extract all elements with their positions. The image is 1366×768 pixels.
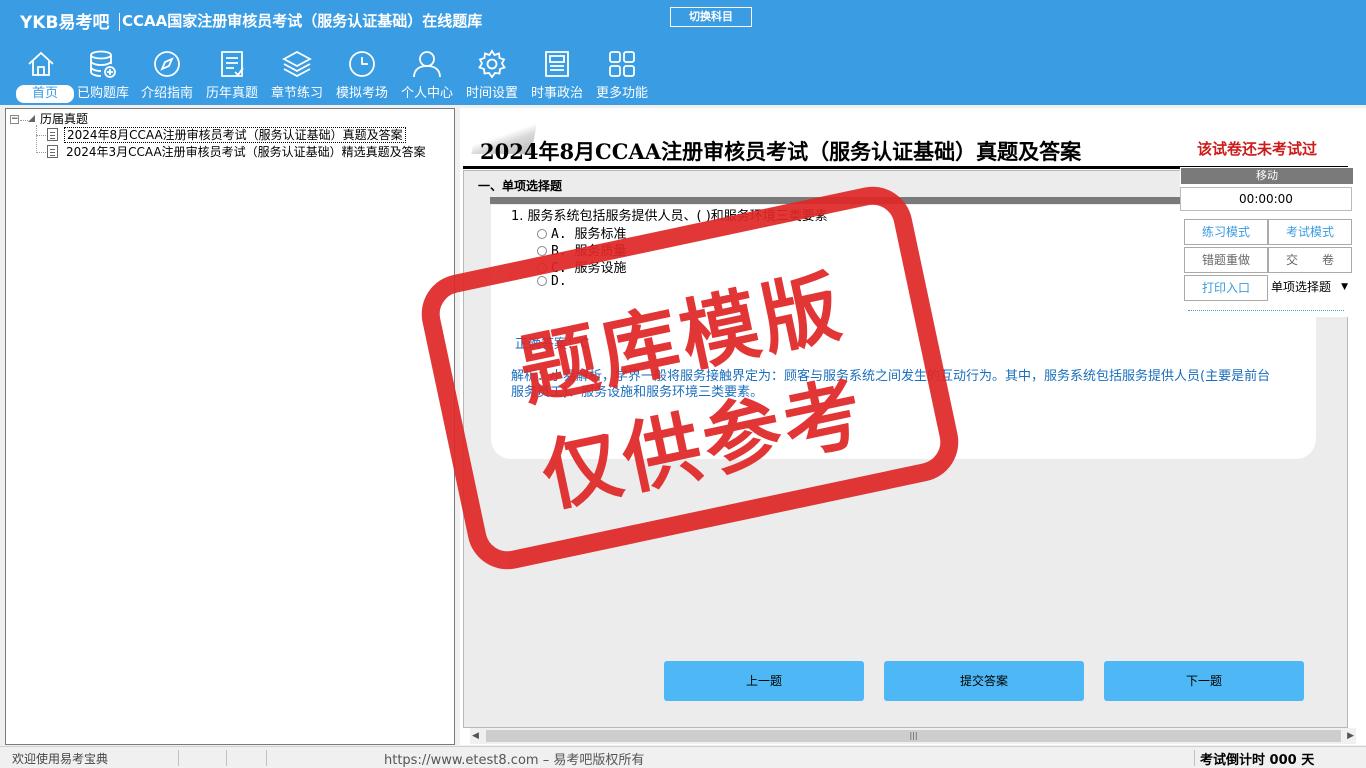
exam-status: 该试卷还未考试过 (1197, 140, 1318, 158)
option-label: D. (551, 274, 567, 289)
nav-label: 时事政治 (530, 86, 583, 101)
radio-button[interactable] (537, 263, 547, 273)
exam-tree-panel: − 历届真题 2024年8月CCAA注册审核员考试（服务认证基础）真题及答案 2… (5, 108, 455, 745)
nav-label: 章节练习 (270, 86, 323, 101)
document-icon (47, 128, 58, 141)
tree-connector (20, 120, 28, 121)
print-button[interactable]: 打印入口 (1184, 275, 1268, 301)
widget-divider (1188, 310, 1344, 311)
exam-title: 2024年8月CCAA注册审核员考试（服务认证基础）真题及答案 (480, 139, 1082, 164)
nav-purchased[interactable]: 已购题库 (70, 48, 136, 104)
tree-connector (36, 125, 37, 153)
status-separator (226, 750, 227, 766)
scroll-left-icon[interactable]: ◀ (472, 731, 479, 741)
exam-mode-button[interactable]: 考试模式 (1268, 219, 1352, 245)
nav-mock-exam[interactable]: 模拟考场 (329, 48, 395, 104)
practice-mode-button[interactable]: 练习模式 (1184, 219, 1268, 245)
nav-current-affairs[interactable]: 时事政治 (524, 48, 590, 104)
move-handle[interactable]: 移动 (1181, 168, 1353, 184)
copyright-text: https://www.etest8.com – 易考吧版权所有 (384, 753, 645, 768)
document-list-icon (221, 51, 244, 77)
tree-item-label: 2024年3月CCAA注册审核员考试（服务认证基础）精选真题及答案 (66, 145, 426, 159)
compass-icon (154, 51, 180, 77)
exam-control-widget: 移动 00:00:00 练习模式 考试模式 错题重做 交 卷 打印入口 单项选择… (1180, 167, 1354, 317)
option-d[interactable]: D. (537, 274, 567, 289)
layers-icon (282, 50, 312, 78)
nav-label: 已购题库 (76, 86, 129, 101)
gear-icon (478, 49, 506, 79)
horizontal-scrollbar[interactable]: ◀ ||| ▶ (470, 728, 1356, 744)
nav-chapter-practice[interactable]: 章节练习 (264, 48, 330, 104)
switch-subject-button[interactable]: 切换科目 (670, 7, 752, 27)
tree-item[interactable]: 2024年8月CCAA注册审核员考试（服务认证基础）真题及答案 (64, 127, 406, 143)
question-type-value: 单项选择题 (1271, 280, 1332, 294)
correct-answer: 正确答案：C (515, 337, 590, 352)
question-text: 1. 服务系统包括服务提供人员、( )和服务环境三类要素 (511, 209, 828, 224)
status-separator (266, 750, 267, 766)
tree-root-label: 历届真题 (40, 112, 89, 126)
app-logo: YKB易考吧 (20, 8, 126, 33)
nav-label: 更多功能 (595, 86, 648, 101)
answer-analysis: 解析：小易解析，学界一般将服务接触界定为：顾客与服务系统之间发生的互动行为。其中… (511, 369, 1271, 400)
nav-label: 历年真题 (205, 86, 258, 101)
tree-item-label: 2024年8月CCAA注册审核员考试（服务认证基础）真题及答案 (64, 127, 406, 143)
app-header: YKB易考吧 CCAA国家注册审核员考试（服务认证基础）在线题库 切换科目 首页… (0, 0, 1366, 105)
grid-icon (609, 51, 635, 77)
nav-guide[interactable]: 介绍指南 (134, 48, 200, 104)
status-separator (1194, 750, 1195, 766)
nav-label: 首页 (16, 85, 74, 103)
section-title: 一、单项选择题 (478, 179, 563, 193)
question-type-select[interactable]: 单项选择题 ▼ (1268, 274, 1352, 300)
nav-profile[interactable]: 个人中心 (394, 48, 460, 104)
submit-answer-button[interactable]: 提交答案 (884, 661, 1084, 701)
nav-time-settings[interactable]: 时间设置 (459, 48, 525, 104)
tree-collapse-toggle[interactable]: − (10, 115, 19, 124)
home-icon (28, 51, 54, 76)
tree-connector (36, 152, 46, 153)
exam-countdown: 考试倒计时 000 天 (1200, 753, 1315, 768)
prev-question-button[interactable]: 上一题 (664, 661, 864, 701)
tree-item[interactable]: 2024年3月CCAA注册审核员考试（服务认证基础）精选真题及答案 (66, 145, 426, 160)
radio-button[interactable] (537, 246, 547, 256)
progress-bar (490, 197, 1250, 204)
tree-connector (36, 135, 46, 136)
scroll-right-icon[interactable]: ▶ (1347, 731, 1354, 741)
status-bar: 欢迎使用易考宝典 https://www.etest8.com – 易考吧版权所… (0, 746, 1366, 768)
radio-button[interactable] (537, 276, 547, 286)
tree-root[interactable]: 历届真题 (28, 112, 88, 127)
database-icon (90, 50, 116, 78)
dropdown-caret-icon: ▼ (1341, 282, 1348, 292)
nav-label: 模拟考场 (335, 86, 388, 101)
nav-home[interactable]: 首页 (8, 48, 74, 104)
clock-icon (349, 51, 375, 77)
nav-label: 个人中心 (400, 86, 453, 101)
status-separator (178, 750, 179, 766)
welcome-text: 欢迎使用易考宝典 (12, 752, 109, 766)
nav-more[interactable]: 更多功能 (589, 48, 655, 104)
news-icon (545, 51, 569, 77)
scrollbar-thumb[interactable]: ||| (486, 730, 1341, 742)
app-title: CCAA国家注册审核员考试（服务认证基础）在线题库 (122, 12, 483, 30)
hand-in-button[interactable]: 交 卷 (1268, 247, 1352, 273)
document-edit-icon (47, 145, 58, 158)
nav-past-exams[interactable]: 历年真题 (199, 48, 265, 104)
redo-wrong-button[interactable]: 错题重做 (1184, 247, 1268, 273)
user-icon (413, 51, 441, 78)
nav-label: 介绍指南 (140, 86, 193, 101)
folder-triangle-icon (28, 115, 35, 122)
exam-timer: 00:00:00 (1180, 187, 1352, 211)
next-question-button[interactable]: 下一题 (1104, 661, 1304, 701)
radio-button[interactable] (537, 229, 547, 239)
nav-label: 时间设置 (465, 86, 518, 101)
